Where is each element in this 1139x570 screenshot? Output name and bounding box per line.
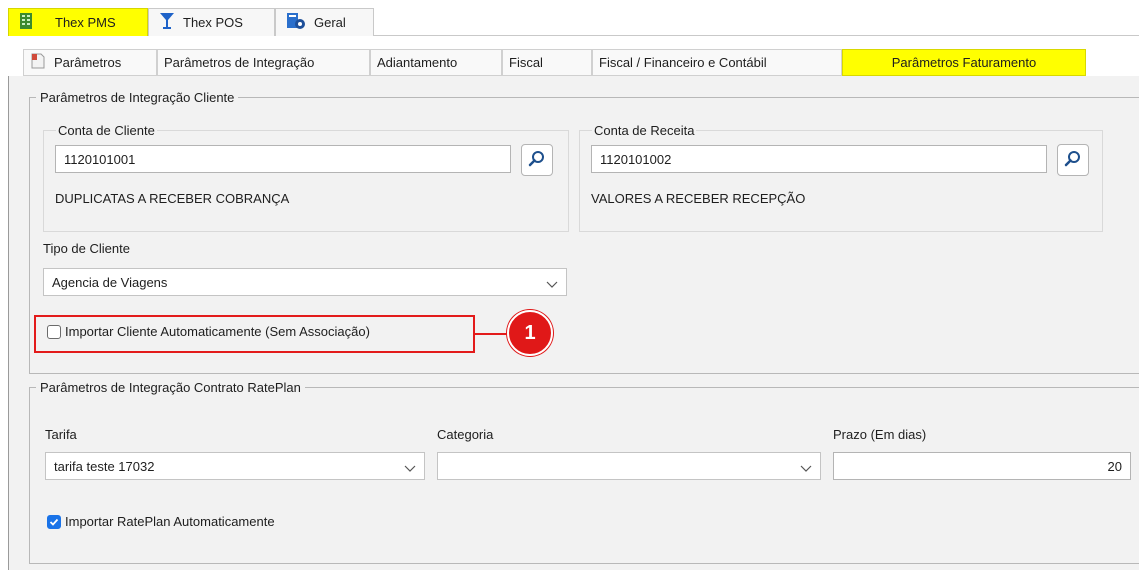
tipo-cliente-value: Agencia de Viagens (52, 274, 168, 290)
settings-doc-icon (286, 12, 306, 33)
callout-number: 1 (524, 321, 536, 344)
tab-parametros-integracao-label: Parâmetros de Integração (164, 55, 315, 70)
cocktail-glass-icon (159, 12, 175, 33)
tab-fiscal-financeiro-contabil[interactable]: Fiscal / Financeiro e Contábil (592, 49, 842, 76)
importar-rateplan-checkbox[interactable]: Importar RatePlan Automaticamente (47, 514, 275, 529)
tarifa-select[interactable]: tarifa teste 17032 (45, 452, 425, 480)
tab-geral-label: Geral (314, 15, 346, 30)
tab-adiantamento-label: Adiantamento (377, 55, 458, 70)
importar-rateplan-label: Importar RatePlan Automaticamente (65, 514, 275, 529)
prazo-input[interactable]: 20 (833, 452, 1131, 480)
importar-cliente-checkbox[interactable]: Importar Cliente Automaticamente (Sem As… (47, 324, 370, 339)
conta-cliente-search-button[interactable] (521, 144, 553, 176)
tab-fiscal[interactable]: Fiscal (502, 49, 592, 76)
tarifa-label: Tarifa (45, 427, 77, 442)
rateplan-group-legend: Parâmetros de Integração Contrato RatePl… (40, 380, 301, 395)
tab-thex-pms-label: Thex PMS (55, 15, 116, 30)
tarifa-value: tarifa teste 17032 (54, 458, 155, 474)
conta-receita-title: Conta de Receita (592, 123, 697, 138)
conta-receita-input[interactable]: 1120101002 (591, 145, 1047, 173)
chevron-down-icon (800, 461, 812, 476)
app-tab-bar: Thex PMS Thex POS Geral (8, 8, 1139, 36)
tab-parametros-label: Parâmetros (54, 55, 122, 70)
tab-thex-pos-label: Thex POS (183, 15, 243, 30)
conta-receita-description: VALORES A RECEBER RECEPÇÃO (591, 191, 806, 206)
conta-receita-search-button[interactable] (1057, 144, 1089, 176)
document-icon (30, 53, 46, 72)
tab-parametros[interactable]: Parâmetros (23, 49, 157, 76)
tab-thex-pos[interactable]: Thex POS (148, 8, 275, 36)
tipo-cliente-select[interactable]: Agencia de Viagens (43, 268, 567, 296)
checkbox-unchecked-icon (47, 324, 61, 339)
callout-connector (475, 333, 509, 335)
tab-parametros-faturamento[interactable]: Parâmetros Faturamento (842, 49, 1086, 76)
categoria-label: Categoria (437, 427, 494, 442)
chevron-down-icon (404, 461, 416, 476)
importar-cliente-label: Importar Cliente Automaticamente (Sem As… (65, 324, 370, 339)
callout-badge: 1 (507, 310, 553, 356)
prazo-value: 20 (1107, 458, 1122, 474)
conta-cliente-input[interactable]: 1120101001 (55, 145, 511, 173)
categoria-select[interactable] (437, 452, 821, 480)
tab-parametros-faturamento-label: Parâmetros Faturamento (891, 55, 1037, 70)
building-icon (19, 12, 33, 33)
tipo-cliente-label: Tipo de Cliente (43, 241, 130, 256)
conta-receita-value: 1120101002 (600, 151, 672, 167)
conta-cliente-description: DUPLICATAS A RECEBER COBRANÇA (55, 191, 290, 206)
conta-cliente-title: Conta de Cliente (56, 123, 157, 138)
tab-fiscal-financeiro-contabil-label: Fiscal / Financeiro e Contábil (599, 55, 767, 70)
tab-fiscal-label: Fiscal (509, 55, 543, 70)
chevron-down-icon (546, 277, 558, 292)
tab-thex-pms[interactable]: Thex PMS (8, 8, 148, 36)
search-icon (528, 150, 546, 171)
conta-cliente-value: 1120101001 (64, 151, 136, 167)
tab-geral[interactable]: Geral (275, 8, 374, 36)
tab-adiantamento[interactable]: Adiantamento (370, 49, 502, 76)
tab-parametros-integracao[interactable]: Parâmetros de Integração (157, 49, 370, 76)
search-icon (1064, 150, 1082, 171)
tab-content-panel: Parâmetros de Integração Cliente Conta d… (8, 76, 1139, 570)
sub-tab-bar: Parâmetros Parâmetros de Integração Adia… (23, 49, 1139, 76)
checkbox-checked-icon (47, 514, 61, 529)
prazo-label: Prazo (Em dias) (833, 427, 927, 442)
cliente-group-legend: Parâmetros de Integração Cliente (40, 90, 235, 105)
